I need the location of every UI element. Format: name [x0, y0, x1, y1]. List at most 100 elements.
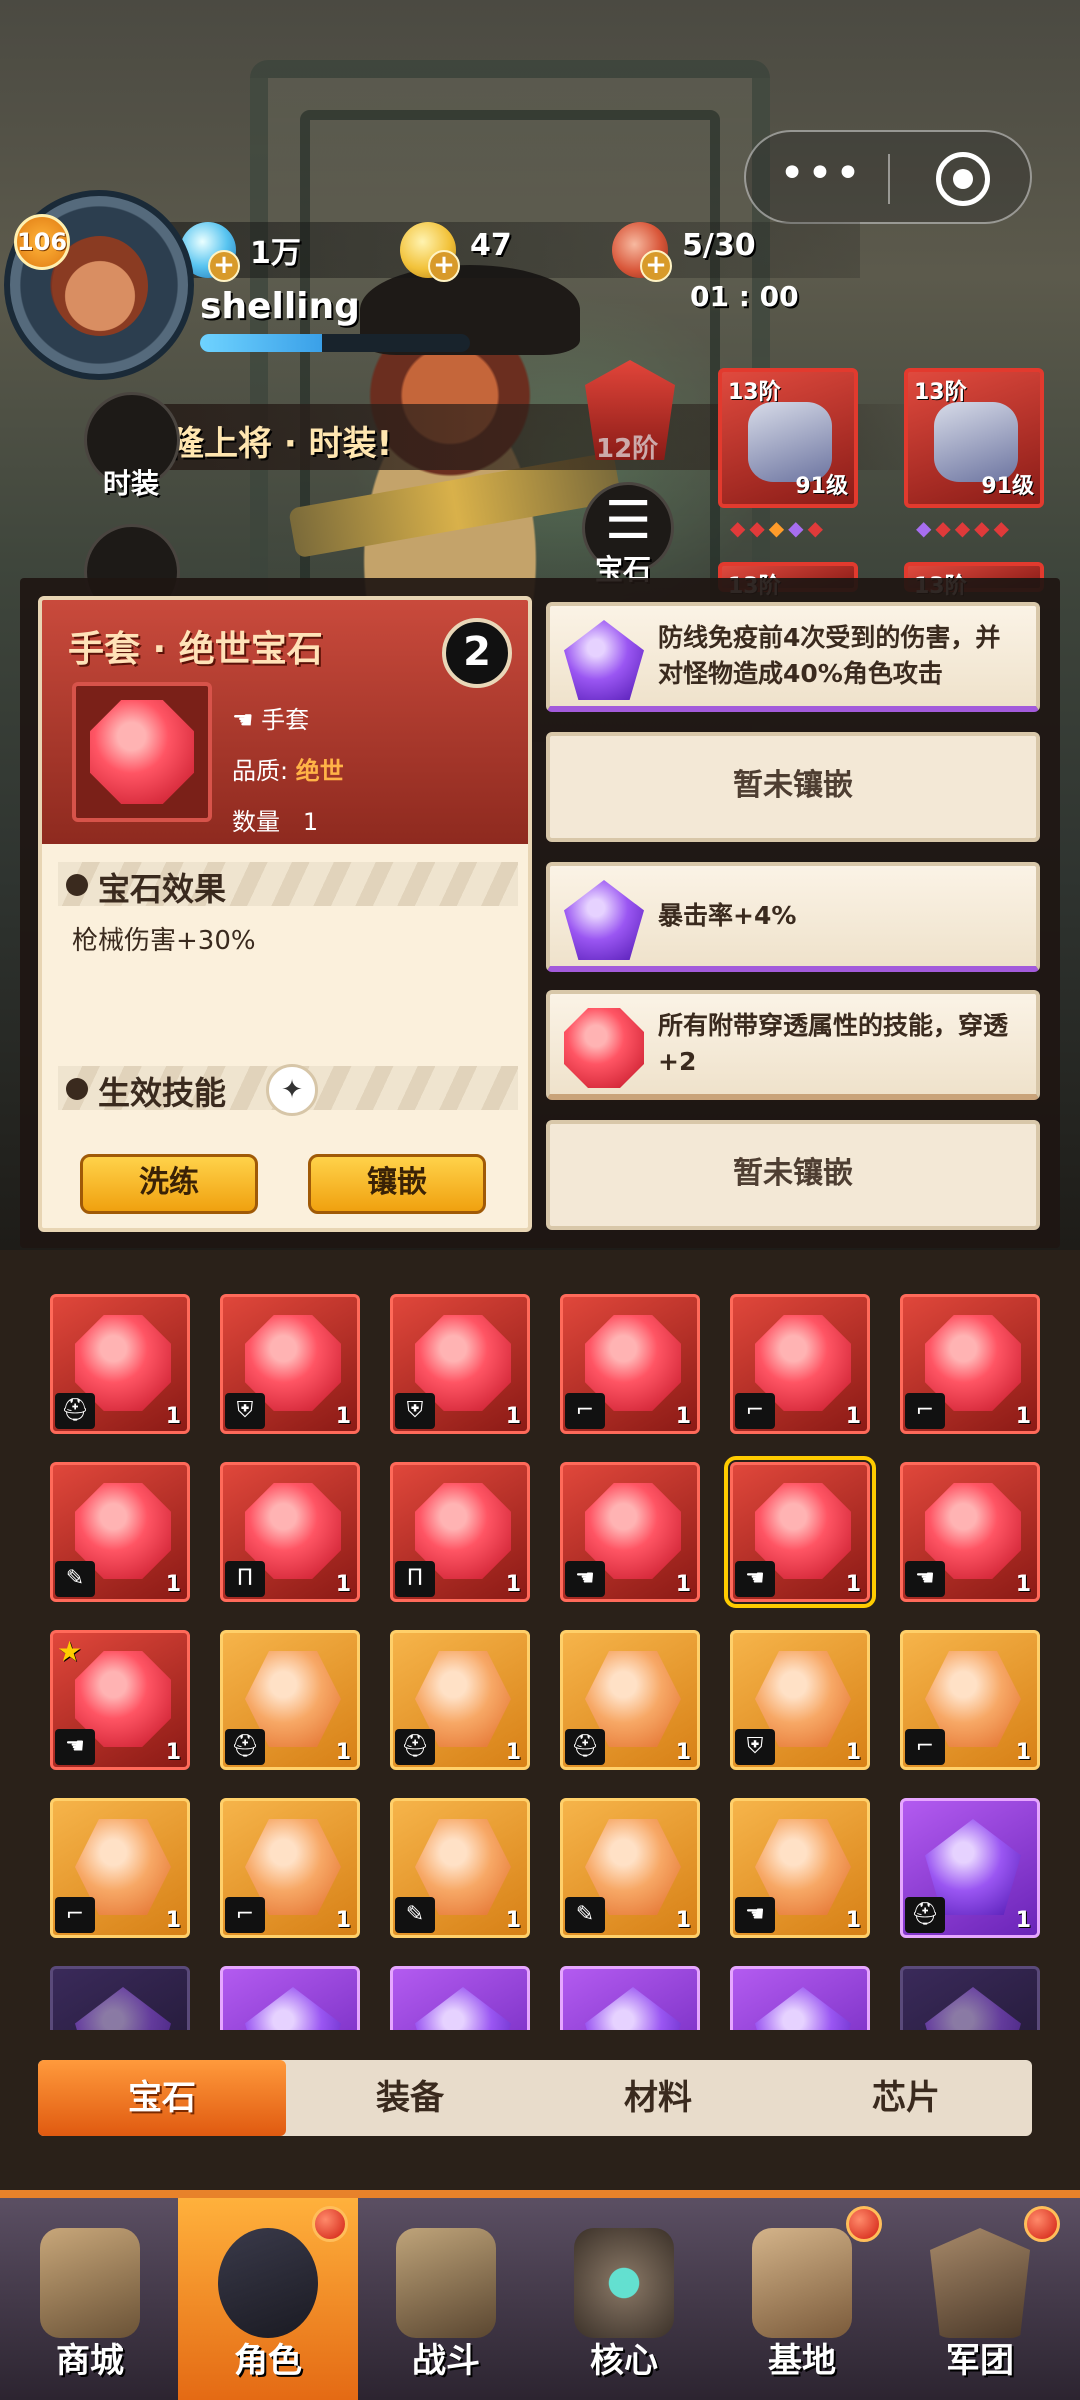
gem-inventory-cell[interactable]: ⌐ 1 — [900, 1294, 1040, 1434]
gem-inventory-cell[interactable]: ☚ 1 — [730, 1798, 870, 1938]
coin-resource[interactable]: + 47 — [400, 222, 550, 282]
tab-equipment[interactable]: 装备 — [286, 2060, 534, 2136]
gem-inventory-cell[interactable]: ⛨ 1 — [390, 1294, 530, 1434]
helmet-icon: ⛑ — [225, 1729, 265, 1765]
nav-character[interactable]: 角色 — [178, 2198, 358, 2400]
gem-inventory-cell[interactable]: ☚ 1 — [560, 1462, 700, 1602]
inlay-button[interactable]: 镶嵌 — [308, 1154, 486, 1214]
gem-inventory-cell[interactable]: ⌐ 1 — [220, 1798, 360, 1938]
gem-inventory-cell[interactable] — [730, 1966, 870, 2030]
gem-slot-3[interactable]: 暴击率+4% — [546, 862, 1040, 972]
xp-bar — [200, 334, 470, 352]
gem-inventory-cell[interactable]: ⌐ 1 — [50, 1798, 190, 1938]
armor-icon: ⛨ — [225, 1393, 265, 1429]
quantity-label: 数量 — [232, 808, 280, 836]
gem-inventory-cell[interactable]: ⌐ 1 — [900, 1630, 1040, 1770]
glove-icon: ☚ — [735, 1561, 775, 1597]
miniprogram-capsule: ••• — [744, 130, 1032, 224]
gem-inventory-cell[interactable]: ✎ 1 — [50, 1462, 190, 1602]
add-stamina-icon[interactable]: + — [640, 250, 672, 282]
equipment-card-helmet[interactable]: 13阶 91级 — [718, 368, 858, 508]
boots-icon: ⌐ — [565, 1393, 605, 1429]
bottom-nav: 商城 角色 战斗 核心 基地 军团 — [0, 2190, 1080, 2400]
gem-inventory-cell[interactable] — [560, 1966, 700, 2030]
card-header: 手套 · 绝世宝石 2 ☚ 手套 品质: 绝世 数量 1 — [42, 600, 528, 844]
arm-icon: ✎ — [395, 1897, 435, 1933]
gem-count: 1 — [335, 1740, 351, 1765]
tab-materials[interactable]: 材料 — [534, 2060, 782, 2136]
helmet-icon: ⛑ — [395, 1729, 435, 1765]
stamina-resource[interactable]: + 5/30 — [612, 222, 812, 282]
core-icon — [574, 2228, 674, 2338]
gem-preview — [72, 682, 212, 822]
gem-inventory-cell[interactable]: ✎ 1 — [390, 1798, 530, 1938]
gem-inventory-cell[interactable]: ⛨ 1 — [730, 1630, 870, 1770]
quantity-value: 1 — [302, 808, 319, 836]
gem-slot-diamond-icon: ◆ — [768, 516, 789, 540]
legion-icon — [930, 2228, 1030, 2338]
equipment-card-armor[interactable]: 13阶 91级 — [904, 368, 1044, 508]
slot-effect-text: 防线免疫前4次受到的伤害，并对怪物造成40%角色攻击 — [658, 623, 1001, 688]
nav-label: 基地 — [768, 2341, 836, 2381]
gem-inventory-cell[interactable] — [900, 1966, 1040, 2030]
gem-slot-4[interactable]: 所有附带穿透属性的技能，穿透+2 — [546, 990, 1040, 1100]
star-icon: ★ — [57, 1635, 83, 1668]
gem-slot-5[interactable]: 暂未镶嵌 — [546, 1120, 1040, 1230]
gem-count: 1 — [1015, 1908, 1031, 1933]
rank-label: 12阶 — [596, 434, 659, 464]
purple-gem-icon — [755, 1987, 851, 2030]
gem-count: 1 — [845, 1740, 861, 1765]
rifle-skill-icon[interactable]: ✦ — [266, 1064, 318, 1116]
refine-button[interactable]: 洗练 — [80, 1154, 258, 1214]
gem-resource[interactable]: + 1万 — [180, 222, 330, 282]
skill-header: 生效技能 — [98, 1074, 227, 1112]
gem-inventory-cell[interactable]: ☚ 1 — [724, 1456, 876, 1608]
gem-inventory-cell[interactable] — [390, 1966, 530, 2030]
gem-slot-2[interactable]: 暂未镶嵌 — [546, 732, 1040, 842]
nav-battle[interactable]: 战斗 — [356, 2198, 536, 2400]
gem-count: 1 — [335, 1572, 351, 1597]
tab-chips[interactable]: 芯片 — [782, 2060, 1030, 2136]
notification-badge — [312, 2206, 348, 2242]
gem-inventory-cell[interactable]: ☚ 1 — [900, 1462, 1040, 1602]
add-coins-icon[interactable]: + — [428, 250, 460, 282]
gem-slot-diamond-icon: ◆ — [954, 516, 975, 540]
tab-gems[interactable]: 宝石 — [38, 2060, 286, 2136]
nav-shop[interactable]: 商城 — [0, 2198, 180, 2400]
gem-inventory-cell[interactable]: ⌐ 1 — [730, 1294, 870, 1434]
gem-inventory-cell[interactable]: Π1 — [220, 1462, 360, 1602]
gem-slot-1[interactable]: 防线免疫前4次受到的伤害，并对怪物造成40%角色攻击 — [546, 602, 1040, 712]
gem-inventory-cell[interactable] — [50, 1966, 190, 2030]
add-gems-icon[interactable]: + — [208, 250, 240, 282]
purple-gem-icon — [925, 1987, 1021, 2030]
gem-inventory-cell[interactable]: Π1 — [390, 1462, 530, 1602]
purple-gem-icon — [415, 1987, 511, 2030]
gem-slot-diamond-icon: ◆ — [916, 516, 936, 540]
gem-inventory-cell[interactable]: ⛑ 1 — [900, 1798, 1040, 1938]
more-menu-icon[interactable]: ••• — [776, 152, 866, 206]
gem-inventory-cell[interactable]: ⛨ 1 — [220, 1294, 360, 1434]
gem-inventory-grid: ⛑ 1 ⛨ 1 ⛨ 1 ⌐ 1 ⌐ 1 ⌐ 1 ✎ 1 Π 1 Π 1 ☚ 1 ☚ 1 ☚ 1 ★ ☚ 1 ⛑ 1 ⛑ 1 ⛑ 1 ⛨ 1 ⌐ 1 ⌐ 1 ⌐… — [0, 1270, 1080, 2030]
nav-label: 战斗 — [412, 2341, 480, 2381]
gem-count: 1 — [845, 1572, 861, 1597]
gem-inventory-cell[interactable]: ★ ☚ 1 — [50, 1630, 190, 1770]
effect-header: 宝石效果 — [98, 870, 227, 908]
close-target-icon[interactable] — [936, 152, 990, 206]
gem-inventory-cell[interactable] — [220, 1966, 360, 2030]
gem-inventory-cell[interactable]: ✎ 1 — [560, 1798, 700, 1938]
gem-count: 1 — [675, 1908, 691, 1933]
slot-type-row: ☚ 手套 — [232, 700, 344, 735]
gem-inventory-cell[interactable]: ⛑ 1 — [560, 1630, 700, 1770]
swap-icon[interactable]: 2 — [442, 618, 512, 688]
gem-inventory-cell[interactable]: ⛑ 1 — [390, 1630, 530, 1770]
gem-inventory-cell[interactable]: ⛑ 1 — [50, 1294, 190, 1434]
gem-inventory-cell[interactable]: ⌐ 1 — [560, 1294, 700, 1434]
nav-legion[interactable]: 军团 — [890, 2198, 1070, 2400]
glove-icon: ☚ — [905, 1561, 945, 1597]
helmet-icon: ⛑ — [565, 1729, 605, 1765]
player-name: shelling — [200, 286, 360, 327]
nav-base[interactable]: 基地 — [712, 2198, 892, 2400]
gem-inventory-cell[interactable]: ⛑ 1 — [220, 1630, 360, 1770]
nav-core[interactable]: 核心 — [534, 2198, 714, 2400]
capsule-divider — [888, 154, 890, 204]
